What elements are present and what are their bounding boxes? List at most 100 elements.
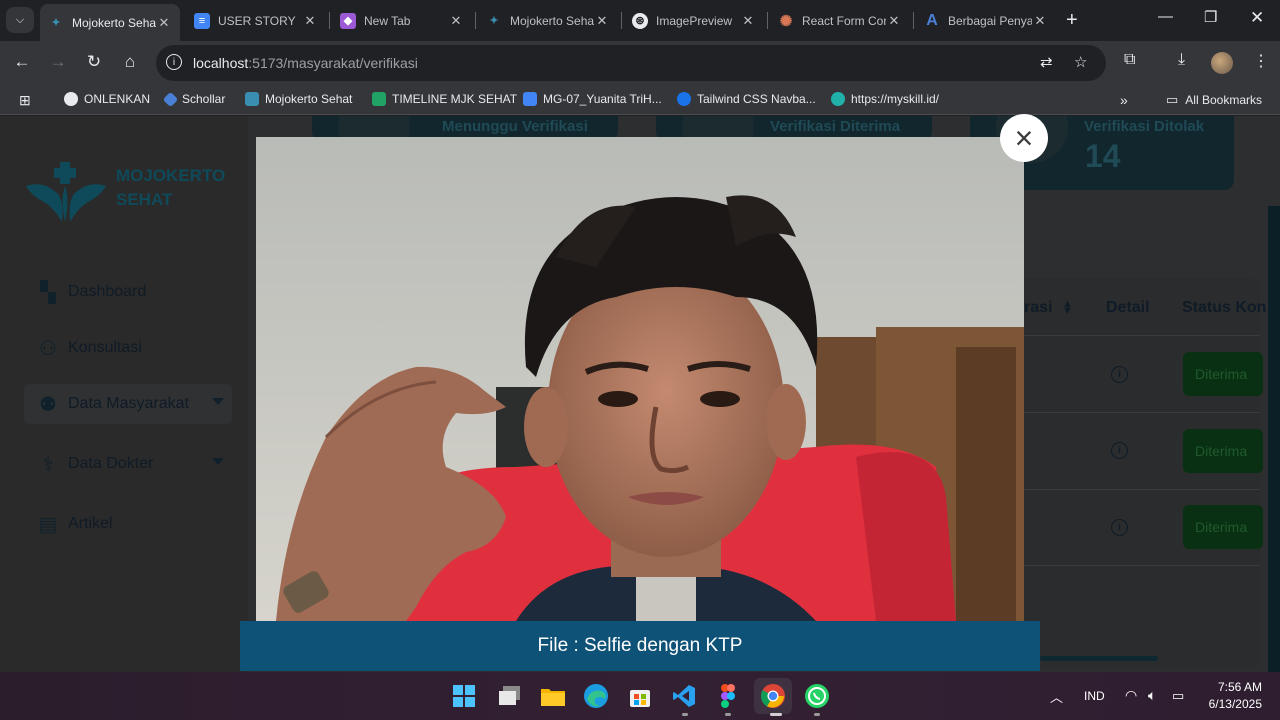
forward-arrow-icon[interactable]: →	[47, 52, 69, 72]
bookmark-onlenkan[interactable]: ONLENKAN	[64, 92, 150, 106]
bookmark-mojokerto-sehat[interactable]: Mojokerto Sehat	[245, 92, 352, 106]
table-row-divider	[1024, 412, 1260, 413]
tab-new-tab[interactable]: ◆ New Tab ✕	[332, 5, 472, 36]
status-badge[interactable]: Diterima	[1183, 505, 1263, 549]
wifi-icon[interactable]: ◠	[1125, 687, 1137, 704]
selfie-photo	[256, 137, 1024, 621]
sidebar-item-data-masyarakat[interactable]: ⚉ Data Masyarakat	[24, 384, 232, 424]
bookmark-mg07[interactable]: MG-07_Yuanita TriH...	[523, 92, 662, 106]
dashboard-icon: ▚	[40, 281, 56, 304]
tab-close-icon[interactable]: ✕	[448, 13, 464, 29]
sidebar-item-dashboard[interactable]: ▚ Dashboard	[24, 272, 232, 312]
new-tab-plus-icon[interactable]: +	[1066, 9, 1078, 32]
restore-icon[interactable]: ❐	[1204, 8, 1217, 26]
sidebar-item-konsultasi[interactable]: ⚇ Konsultasi	[24, 328, 232, 368]
detail-info-icon[interactable]: i	[1111, 442, 1128, 459]
microsoft-store-icon[interactable]	[626, 682, 654, 710]
tab-react-form[interactable]: ✺ React Form Component ✕	[770, 5, 910, 36]
sidebar-item-label: Data Masyarakat	[68, 395, 189, 412]
stat-title-rejected: Verifikasi Ditolak	[1084, 118, 1205, 135]
bookmark-timeline[interactable]: TIMELINE MJK SEHAT	[372, 92, 517, 106]
tab-mojokerto-sehat-active[interactable]: ✦ Mojokerto Sehat ✕	[40, 4, 180, 41]
minimize-icon[interactable]: —	[1158, 8, 1173, 25]
clock-time[interactable]: 7:56 AM	[1206, 680, 1262, 694]
detail-info-icon[interactable]: i	[1111, 366, 1128, 383]
download-icon[interactable]: ⤓	[1178, 51, 1185, 69]
modal-close-button[interactable]: ×	[1000, 114, 1048, 162]
column-header-detail: Detail	[1106, 299, 1150, 316]
all-bookmarks[interactable]: ▭ All Bookmarks	[1166, 92, 1262, 108]
menu-kebab-icon[interactable]: ⋮	[1253, 51, 1269, 71]
windows-taskbar: ︿ IND ◠ 🔈︎ ▭ 7:56 AM 6/13/2025	[0, 672, 1280, 720]
back-arrow-icon[interactable]: ←	[11, 52, 33, 72]
sort-icon[interactable]: ▲ ▼	[1062, 299, 1073, 317]
url-path: :5173/masyarakat/verifikasi	[248, 55, 418, 71]
tab-close-icon[interactable]: ✕	[302, 13, 318, 29]
status-badge[interactable]: Diterima	[1183, 352, 1263, 396]
tab-title: Berbagai Penyakit	[948, 13, 1032, 28]
browser-toolbar: ← → ↻ ⌂ i localhost:5173/masyarakat/veri…	[0, 41, 1280, 85]
more-bookmarks-chevron-icon[interactable]: »	[1120, 92, 1128, 108]
column-header-registration[interactable]: rasi	[1024, 299, 1052, 317]
tab-title: ImagePreview	[656, 13, 733, 28]
url-text[interactable]: localhost:5173/masyarakat/verifikasi	[193, 55, 418, 71]
bookmark-star-icon[interactable]: ☆	[1074, 53, 1087, 71]
bookmark-favicon-icon	[372, 92, 386, 106]
table-row-divider	[1024, 489, 1260, 490]
bookmark-myskill[interactable]: https://myskill.id/	[831, 92, 939, 106]
tab-separator	[767, 12, 768, 29]
tab-image-preview[interactable]: ⊛ ImagePreview ✕	[624, 5, 764, 36]
tab-close-icon[interactable]: ✕	[156, 15, 172, 31]
translate-icon[interactable]: ⇄	[1040, 53, 1053, 71]
page-scrollbar[interactable]	[1268, 206, 1280, 672]
bookmark-label: Schollar	[182, 92, 226, 106]
home-icon[interactable]: ⌂	[119, 52, 141, 72]
tab-user-story[interactable]: ≡ USER STORY ✕	[186, 5, 326, 36]
bookmark-favicon-icon	[677, 92, 691, 106]
windows-start-icon[interactable]	[450, 682, 478, 710]
active-indicator	[770, 713, 782, 716]
sidebar-item-artikel[interactable]: ▤ Artikel	[24, 504, 232, 544]
edge-browser-icon[interactable]	[582, 682, 610, 710]
apps-grid-icon[interactable]: ⊞	[19, 92, 31, 109]
bookmark-schollar[interactable]: Schollar	[162, 91, 226, 107]
battery-icon[interactable]: ▭	[1172, 688, 1184, 704]
tab-title: USER STORY	[218, 13, 296, 28]
tab-close-icon[interactable]: ✕	[1032, 13, 1048, 29]
task-view-icon[interactable]	[496, 682, 524, 710]
table-horizontal-scrollbar[interactable]	[1040, 656, 1158, 661]
chrome-icon[interactable]	[754, 678, 792, 714]
logo-text: MOJOKERTO SEHAT	[116, 164, 236, 212]
consultation-icon: ⚇	[39, 337, 57, 360]
tab-close-icon[interactable]: ✕	[594, 13, 610, 29]
volume-icon[interactable]: 🔈︎	[1148, 687, 1156, 704]
tab-search-chevron-icon[interactable]: ⌵	[6, 7, 34, 33]
bookmark-tailwind[interactable]: Tailwind CSS Navba...	[677, 92, 816, 106]
tab-close-icon[interactable]: ✕	[886, 13, 902, 29]
address-bar[interactable]: i localhost:5173/masyarakat/verifikasi ⇄…	[156, 45, 1106, 81]
figma-icon[interactable]	[714, 682, 742, 710]
whatsapp-icon[interactable]	[803, 682, 831, 710]
tray-chevron-up-icon[interactable]: ︿	[1050, 687, 1063, 706]
sidebar-item-label: Dashboard	[68, 283, 147, 300]
clock-date[interactable]: 6/13/2025	[1200, 697, 1262, 711]
tab-mojokerto-sehat-2[interactable]: ✦ Mojokerto Sehat ✕	[478, 5, 618, 36]
site-info-icon[interactable]: i	[166, 54, 182, 70]
file-explorer-icon[interactable]	[539, 682, 567, 710]
extensions-icon[interactable]: ⧉	[1124, 51, 1135, 69]
tab-berbagai-penyakit[interactable]: A Berbagai Penyakit ✕	[916, 5, 1056, 36]
tab-title: Mojokerto Sehat	[510, 13, 594, 28]
status-badge[interactable]: Diterima	[1183, 429, 1263, 473]
tab-separator	[913, 12, 914, 29]
vscode-icon[interactable]	[670, 682, 698, 710]
letter-a-favicon-icon: A	[926, 11, 938, 29]
profile-avatar[interactable]	[1211, 52, 1233, 74]
reload-icon[interactable]: ↻	[83, 52, 105, 72]
sidebar-item-data-dokter[interactable]: ⚕ Data Dokter	[24, 444, 232, 484]
detail-info-icon[interactable]: i	[1111, 519, 1128, 536]
window-close-icon[interactable]: ✕	[1250, 8, 1264, 28]
bookmark-label: ONLENKAN	[84, 92, 151, 106]
tab-close-icon[interactable]: ✕	[740, 13, 756, 29]
tab-separator	[475, 12, 476, 29]
input-language[interactable]: IND	[1084, 689, 1105, 703]
